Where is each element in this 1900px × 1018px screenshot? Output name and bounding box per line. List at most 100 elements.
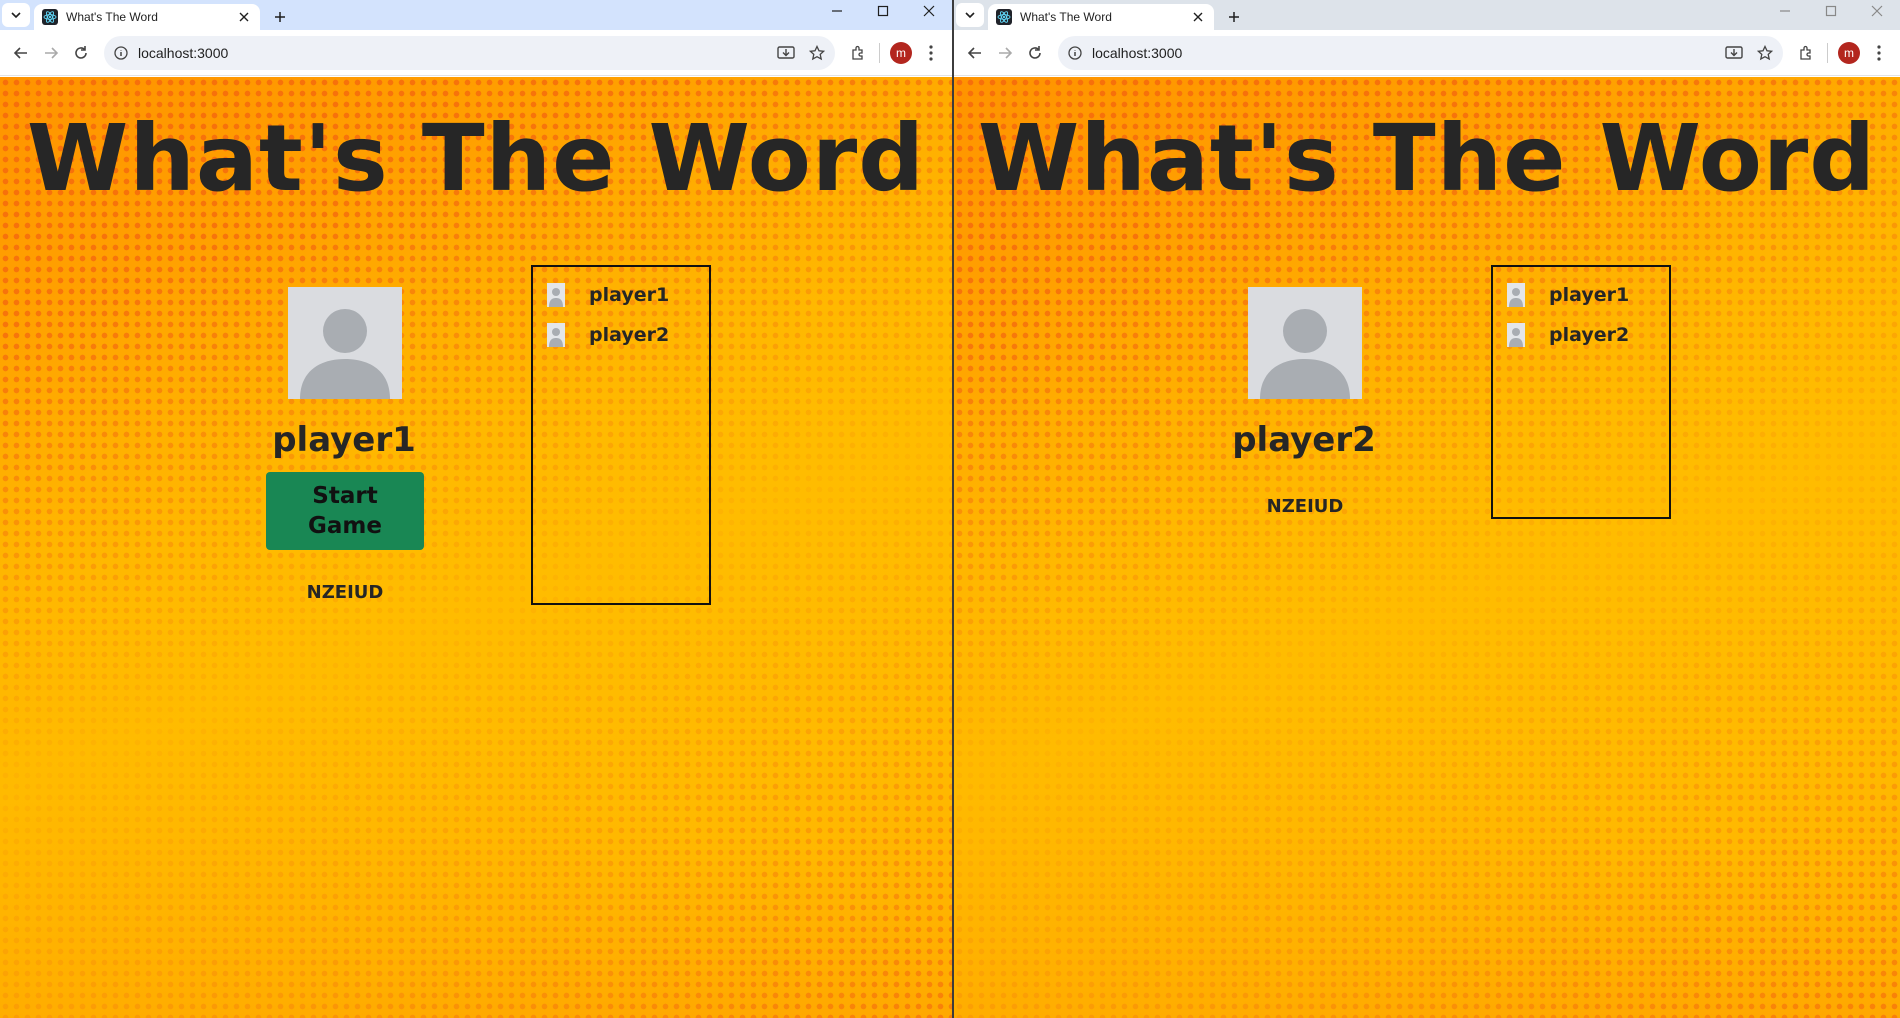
menu-button[interactable] (916, 38, 946, 68)
browser-toolbar: localhost:3000 m (954, 30, 1900, 76)
player-list-name: player2 (589, 324, 670, 346)
maximize-button[interactable] (860, 0, 906, 22)
back-button[interactable] (960, 38, 990, 68)
page-title: What's The Word (26, 105, 926, 212)
chevron-down-icon (11, 12, 21, 19)
tab-title: What's The Word (1020, 10, 1112, 24)
browser-window-left: What's The Word localhost:3000 m What's … (0, 0, 952, 1018)
reload-button[interactable] (1020, 38, 1050, 68)
list-item: player1 (547, 275, 695, 315)
tab-active[interactable]: What's The Word (34, 4, 260, 30)
list-item: player2 (1507, 315, 1655, 355)
profile-avatar: m (890, 41, 912, 64)
forward-icon (999, 46, 1013, 59)
extensions-button[interactable] (1791, 38, 1821, 68)
tab-search-button[interactable] (2, 3, 30, 27)
extensions-icon (1800, 45, 1811, 60)
forward-button[interactable] (36, 38, 66, 68)
toolbar-divider (1827, 42, 1828, 63)
profile-button[interactable]: m (1834, 38, 1864, 68)
player-list-name: player1 (1549, 284, 1630, 306)
page-title: What's The Word (977, 105, 1877, 212)
list-item: player2 (547, 315, 695, 355)
start-game-button[interactable]: Start Game (266, 472, 424, 550)
window-controls (814, 0, 952, 22)
close-tab-button[interactable] (1190, 9, 1206, 25)
new-tab-button[interactable] (266, 4, 294, 30)
current-player-name: player2 (1232, 420, 1376, 460)
menu-button[interactable] (1864, 38, 1894, 68)
site-info-icon[interactable] (1068, 45, 1082, 60)
close-icon (1193, 12, 1203, 22)
tab-active[interactable]: What's The Word (988, 4, 1214, 30)
url-text: localhost:3000 (138, 44, 229, 61)
back-icon (967, 46, 981, 59)
close-window-button[interactable] (1854, 0, 1900, 22)
reload-button[interactable] (66, 38, 96, 68)
default-avatar-icon (1507, 283, 1525, 307)
back-button[interactable] (6, 38, 36, 68)
maximize-button[interactable] (1808, 0, 1854, 22)
player-avatar (288, 287, 402, 399)
player-list: player1 player2 (1491, 265, 1671, 519)
window-controls (1762, 0, 1900, 22)
address-bar[interactable]: localhost:3000 (104, 35, 835, 70)
site-info-icon[interactable] (114, 45, 128, 60)
maximize-icon (877, 5, 889, 17)
back-icon (13, 46, 27, 59)
react-favicon-icon (996, 9, 1012, 25)
default-avatar-icon (1260, 309, 1350, 399)
game-page: What's The Word player2 NZEIUD player1 p… (954, 77, 1900, 1018)
plus-icon (1229, 12, 1239, 22)
more-vert-icon (929, 44, 933, 61)
room-code: NZEIUD (306, 582, 384, 603)
install-app-icon[interactable] (777, 45, 795, 61)
toolbar-divider (879, 42, 880, 63)
reload-icon (1029, 45, 1041, 59)
star-icon[interactable] (809, 44, 825, 61)
forward-button[interactable] (990, 38, 1020, 68)
url-text: localhost:3000 (1092, 44, 1183, 61)
default-avatar-icon (547, 283, 565, 307)
profile-button[interactable]: m (886, 38, 916, 68)
profile-avatar: m (1838, 41, 1860, 64)
more-vert-icon (1877, 44, 1881, 61)
tab-search-button[interactable] (956, 3, 984, 27)
forward-icon (45, 46, 59, 59)
player-list-name: player2 (1549, 324, 1630, 346)
room-code: NZEIUD (1266, 496, 1344, 517)
minimize-icon (1780, 10, 1790, 12)
close-icon (1871, 5, 1883, 17)
default-avatar-icon (300, 309, 390, 399)
close-window-button[interactable] (906, 0, 952, 22)
player-avatar (1248, 287, 1362, 399)
react-favicon-icon (42, 9, 58, 25)
extensions-button[interactable] (843, 38, 873, 68)
plus-icon (275, 12, 285, 22)
minimize-button[interactable] (1762, 0, 1808, 22)
current-player-name: player1 (272, 420, 416, 460)
player-list-name: player1 (589, 284, 670, 306)
list-item: player1 (1507, 275, 1655, 315)
tab-strip: What's The Word (0, 0, 952, 30)
player-list: player1 player2 (531, 265, 711, 605)
close-icon (923, 5, 935, 17)
default-avatar-icon (1507, 323, 1525, 347)
install-app-icon[interactable] (1725, 45, 1743, 61)
browser-window-right: What's The Word localhost:3000 m What's … (954, 0, 1900, 1018)
browser-toolbar: localhost:3000 m (0, 30, 952, 76)
reload-icon (75, 45, 87, 59)
maximize-icon (1825, 5, 1837, 17)
chevron-down-icon (965, 12, 975, 19)
close-tab-button[interactable] (236, 9, 252, 25)
tab-strip: What's The Word (954, 0, 1900, 30)
new-tab-button[interactable] (1220, 4, 1248, 30)
minimize-button[interactable] (814, 0, 860, 22)
extensions-icon (852, 45, 863, 60)
default-avatar-icon (547, 323, 565, 347)
minimize-icon (832, 10, 842, 12)
tab-title: What's The Word (66, 10, 158, 24)
game-page: What's The Word player1 Start Game NZEIU… (0, 77, 952, 1018)
address-bar[interactable]: localhost:3000 (1058, 35, 1783, 70)
star-icon[interactable] (1757, 44, 1773, 61)
